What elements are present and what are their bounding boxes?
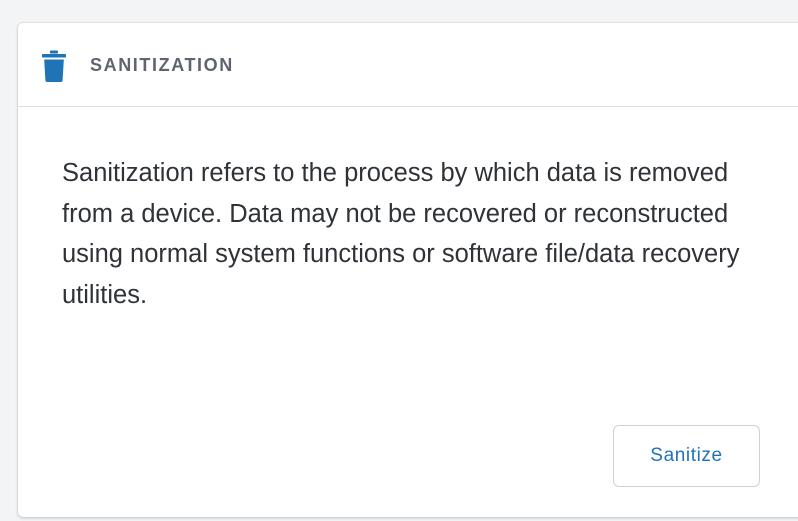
panel-description: Sanitization refers to the process by wh… [62,159,740,309]
trash-icon [42,50,66,82]
card-header: SANITIZATION [18,23,798,107]
panel-title: SANITIZATION [90,55,234,75]
sanitization-card: SANITIZATION Sanitization refers to the … [18,23,798,517]
sanitize-button[interactable]: Sanitize [613,425,760,487]
